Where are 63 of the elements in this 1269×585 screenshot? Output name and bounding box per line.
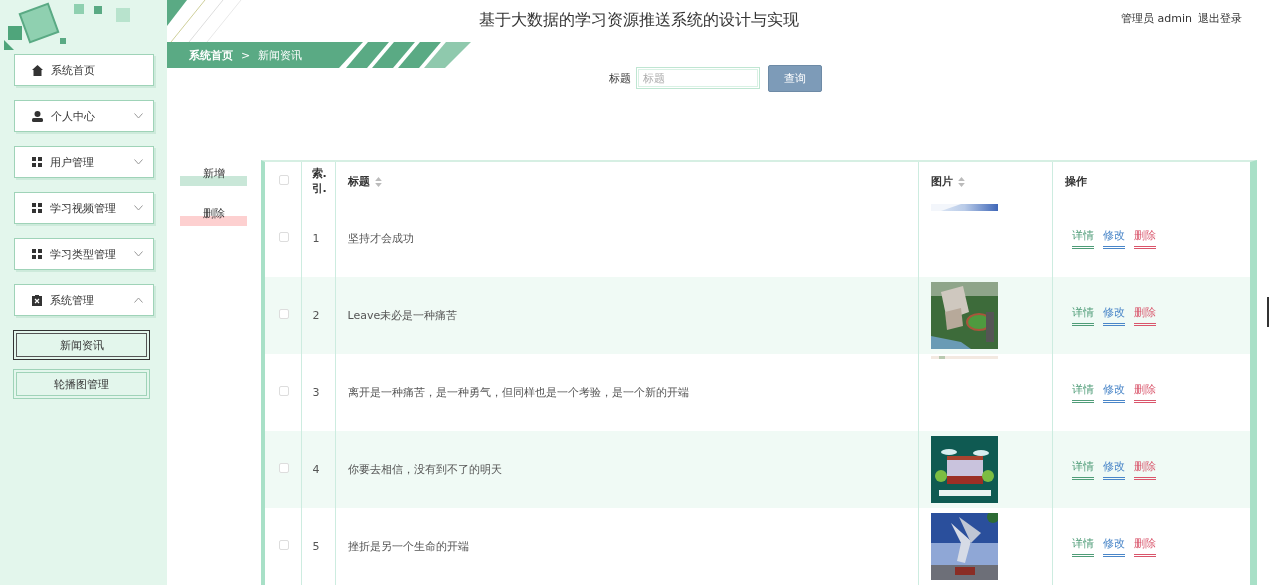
person-icon [32,110,43,122]
edit-link[interactable]: 修改 [1102,305,1125,326]
delete-link[interactable]: 删除 [1133,459,1156,480]
menu-item[interactable]: 用户管理 [14,146,154,178]
menu-item[interactable]: 学习视频管理 [14,192,154,224]
grid-icon [32,157,42,167]
row-checkbox[interactable] [279,232,289,242]
edit-link[interactable]: 修改 [1102,536,1125,557]
submenu-item[interactable]: 新闻资讯 [13,330,150,360]
table-cell: 3 [312,386,320,399]
table-cell: Leave未必是一种痛苦 [347,309,458,322]
detail-link[interactable]: 详情 [1071,382,1094,403]
search-label: 标题 [609,70,631,86]
menu-item[interactable]: 系统管理 [14,284,154,316]
select-all-checkbox[interactable] [279,174,289,185]
user-label: 管理员 admin [1121,11,1192,26]
breadcrumb-link[interactable]: 系统首页 [189,47,233,63]
detail-link[interactable]: 详情 [1071,536,1094,557]
search-field[interactable]: 标题 [636,67,760,89]
table-cell: 1 [312,232,320,245]
menu-item[interactable]: 个人中心 [14,100,154,132]
add-button[interactable]: 新增 [180,166,247,186]
edit-link[interactable]: 修改 [1102,382,1125,403]
table-cell: 5 [312,540,320,553]
menu-item[interactable]: 系统首页 [14,54,154,86]
table-cell: 你要去相信，没有到不了的明天 [347,463,502,476]
row-checkbox[interactable] [279,540,289,550]
delete-link[interactable]: 删除 [1133,536,1156,557]
delete-link[interactable]: 删除 [1133,228,1156,249]
table-cell: 离开是一种痛苦，是一种勇气，但同样也是一个考验，是一个新的开端 [347,386,689,399]
row-checkbox[interactable] [279,463,289,473]
row-checkbox[interactable] [279,386,289,396]
submenu-item[interactable]: 轮播图管理 [13,369,150,399]
search-button[interactable]: 查询 [768,64,822,92]
sort-icon[interactable] [957,176,965,187]
detail-link[interactable]: 详情 [1071,305,1094,326]
edit-link[interactable]: 修改 [1102,459,1125,480]
breadcrumb-current: 新闻资讯 [258,47,303,63]
column-header: 图片 [930,174,953,188]
edit-link[interactable]: 修改 [1102,228,1125,249]
delete-link[interactable]: 删除 [1133,305,1156,326]
table-cell: 挫折是另一个生命的开端 [347,540,469,553]
table-cell: 4 [312,463,320,476]
breadcrumb-separator: > [241,48,251,62]
detail-link[interactable]: 详情 [1071,228,1094,249]
column-header: 标题 [347,174,370,188]
edge-marker [1267,297,1269,327]
page-title: 基于大数据的学习资源推送系统的设计与实现 [479,10,799,31]
delete-link[interactable]: 删除 [1133,382,1156,403]
column-header: 操作 [1064,174,1087,188]
clipboard-icon [32,294,42,306]
grid-icon [32,249,42,259]
sort-icon[interactable] [374,176,382,187]
delete-button[interactable]: 删除 [180,206,247,226]
detail-link[interactable]: 详情 [1071,459,1094,480]
home-icon [32,64,43,76]
menu-item[interactable]: 学习类型管理 [14,238,154,270]
table-cell: 坚持才会成功 [347,232,414,245]
logout-link[interactable]: 退出登录 [1198,11,1242,26]
row-checkbox[interactable] [279,309,289,319]
column-header: 索.引. [311,165,325,197]
grid-icon [32,203,42,213]
table-cell: 2 [312,309,320,322]
